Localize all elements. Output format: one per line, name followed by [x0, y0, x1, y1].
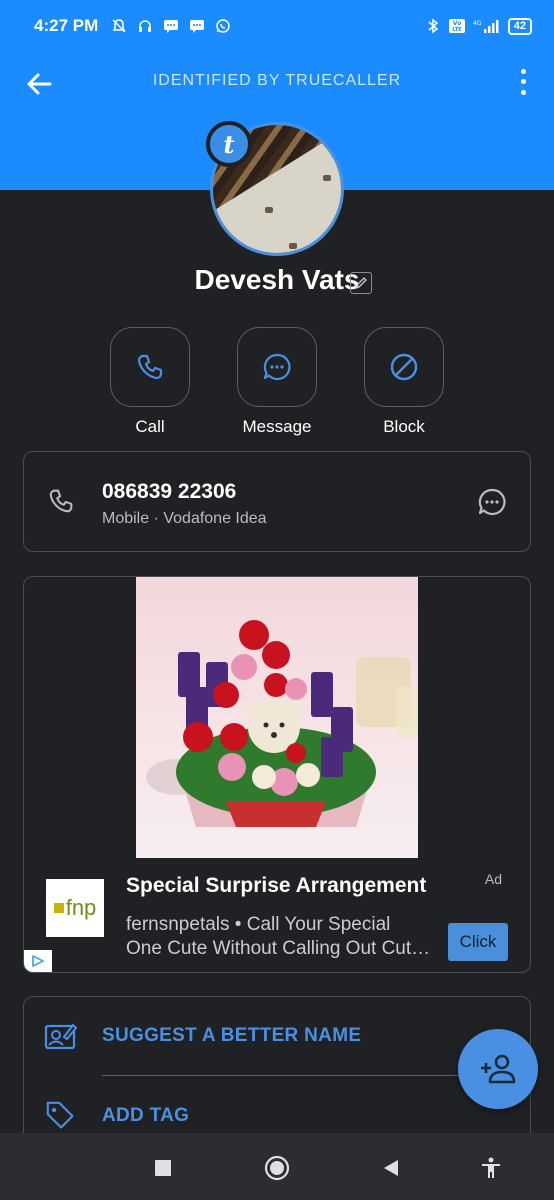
avatar-photo-detail	[323, 175, 331, 181]
chat-icon	[263, 353, 291, 381]
circle-icon	[264, 1155, 290, 1181]
svg-text:4G: 4G	[473, 20, 482, 27]
ad-title[interactable]: Special Surprise Arrangement	[126, 874, 426, 898]
sms-button[interactable]	[476, 486, 508, 518]
ad-body: fernsnpetals • Call Your Special One Cut…	[126, 913, 446, 961]
add-contact-fab[interactable]	[458, 1029, 538, 1109]
back-nav-button[interactable]	[378, 1155, 404, 1181]
suggest-name-label: SUGGEST A BETTER NAME	[102, 1025, 362, 1046]
square-icon	[155, 1160, 171, 1176]
advertiser-logo-text: fnp	[65, 895, 97, 920]
suggest-name-row[interactable]: SUGGEST A BETTER NAME	[24, 997, 530, 1057]
ad-cta-button[interactable]: Click	[448, 923, 508, 961]
status-icons-left	[110, 17, 232, 35]
header-title: IDENTIFIED BY TRUECALLER	[152, 72, 402, 89]
home-button[interactable]	[264, 1155, 290, 1181]
headset-icon	[136, 17, 154, 35]
more-vert-icon-dot	[520, 90, 526, 96]
message-notification-icon	[162, 17, 180, 35]
add-tag-row[interactable]: ADD TAG	[24, 1077, 530, 1137]
adchoices-icon[interactable]	[24, 950, 52, 972]
recents-button[interactable]	[150, 1155, 176, 1181]
svg-text:Vo: Vo	[453, 20, 461, 27]
chat-icon	[478, 488, 506, 516]
bell-off-icon	[110, 17, 128, 35]
block-button[interactable]	[364, 327, 444, 407]
ad-image[interactable]	[136, 577, 418, 858]
call-label: Call	[135, 417, 165, 436]
person-add-icon	[481, 1054, 516, 1084]
system-nav-bar	[0, 1133, 554, 1200]
ad-body-line: fernsnpetals • Call Your Special	[126, 914, 391, 935]
fnp-logo-mark-icon	[53, 903, 64, 913]
ad-card[interactable]: fnp Special Surprise Arrangement Ad fern…	[23, 576, 531, 973]
volte-icon: Vo LTE	[448, 17, 466, 35]
battery-indicator: 42	[507, 17, 532, 35]
bluetooth-icon	[424, 17, 442, 35]
block-label: Block	[383, 417, 425, 436]
accessibility-button[interactable]	[478, 1155, 504, 1181]
ad-tag: Ad	[484, 871, 502, 887]
phone-number-card[interactable]: 086839 22306 Mobile · Vodafone Idea	[23, 451, 531, 552]
edit-name-icon[interactable]	[350, 272, 372, 294]
message-notification-icon-2	[188, 17, 206, 35]
phone-number[interactable]: 086839 22306	[102, 480, 236, 504]
status-icons-right: Vo LTE 4G 42	[424, 17, 532, 35]
more-options-button[interactable]	[514, 66, 532, 98]
action-row: Call Message Block	[0, 327, 554, 437]
status-time: 4:27 PM	[34, 16, 99, 35]
more-vert-icon-dot	[520, 79, 526, 85]
add-tag-label: ADD TAG	[102, 1105, 190, 1126]
more-vert-icon-dot	[520, 68, 526, 74]
phone-icon	[46, 486, 76, 516]
avatar-photo-detail	[265, 207, 273, 213]
phone-icon	[137, 354, 163, 380]
call-button[interactable]	[110, 327, 190, 407]
phone-type-carrier: Mobile · Vodafone Idea	[102, 510, 267, 527]
svg-text:LTE: LTE	[452, 27, 462, 33]
advertiser-logo[interactable]: fnp	[46, 879, 104, 937]
call-action[interactable]: Call	[110, 327, 190, 437]
avatar-photo-detail	[289, 243, 297, 249]
tag-icon	[44, 1101, 78, 1131]
block-action[interactable]: Block	[364, 327, 444, 437]
truecaller-badge-icon: t	[206, 121, 252, 167]
message-label: Message	[242, 417, 312, 436]
flower-arrangement-illustration	[146, 620, 418, 827]
triangle-back-icon	[384, 1160, 398, 1176]
status-bar: 4:27 PM Vo LTE 4G 42	[0, 0, 554, 52]
whatsapp-icon	[214, 17, 232, 35]
ad-body-line: One Cute Without Calling Out Cut…	[126, 938, 431, 959]
accessibility-icon	[482, 1157, 500, 1178]
message-action[interactable]: Message	[237, 327, 317, 437]
divider	[102, 1075, 508, 1076]
contact-name: Devesh Vats	[194, 264, 360, 295]
block-icon	[390, 353, 418, 381]
signal-icon: 4G	[472, 17, 502, 35]
message-button[interactable]	[237, 327, 317, 407]
suggest-name-icon	[44, 1021, 78, 1051]
